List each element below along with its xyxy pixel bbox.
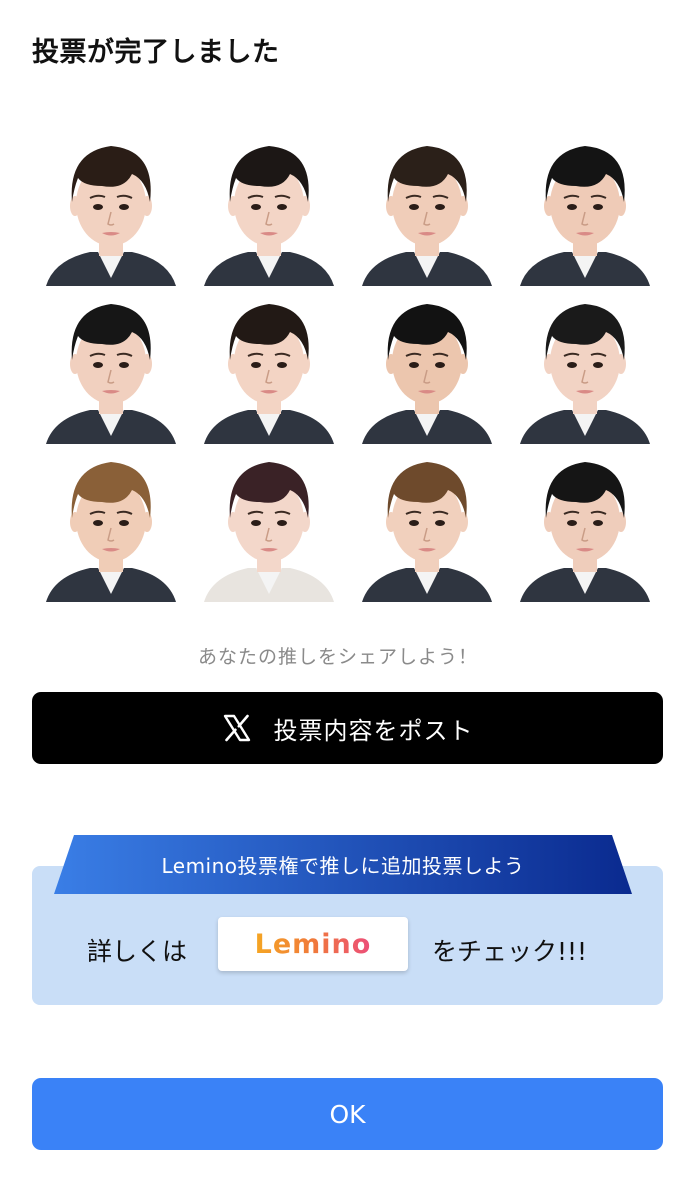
- eye-right: [593, 362, 603, 368]
- post-button-label: 投票内容をポスト: [273, 716, 474, 745]
- x-logo-icon: [222, 713, 252, 743]
- eye-left: [93, 520, 103, 526]
- eye-left: [409, 520, 419, 526]
- portrait-illustration: [362, 304, 492, 444]
- eye-left: [93, 362, 103, 368]
- ok-button[interactable]: OK: [32, 1078, 663, 1150]
- promo-details-text: 詳しくは: [87, 937, 188, 966]
- vote-complete-dialog: 投票が完了しました あなたの推しをシェアしよう！ 投票内容をポスト Lemino…: [0, 0, 676, 1200]
- member-portrait-1: [32, 128, 190, 286]
- eye-right: [119, 362, 129, 368]
- lemino-link-button[interactable]: Lemino: [218, 917, 408, 971]
- member-portrait-3: [348, 128, 506, 286]
- lemino-logo: Lemino: [254, 928, 372, 960]
- eye-left: [567, 520, 577, 526]
- member-portrait-2: [190, 128, 348, 286]
- member-portrait-10: [190, 444, 348, 602]
- eye-right: [119, 520, 129, 526]
- eye-right: [593, 520, 603, 526]
- portrait-illustration: [362, 146, 492, 286]
- promo-banner: Lemino投票権で推しに追加投票しよう: [54, 835, 632, 894]
- eye-left: [409, 204, 419, 210]
- ok-button-label: OK: [329, 1099, 366, 1129]
- eye-right: [277, 362, 287, 368]
- eye-right: [435, 204, 445, 210]
- portrait-illustration: [520, 462, 650, 602]
- member-portrait-11: [348, 444, 506, 602]
- member-portrait-5: [32, 286, 190, 444]
- members-photo-grid: [32, 128, 664, 602]
- eye-right: [435, 362, 445, 368]
- eye-left: [409, 362, 419, 368]
- promo-check-text: をチェック!!!: [432, 937, 588, 966]
- portrait-illustration: [46, 462, 176, 602]
- member-portrait-12: [506, 444, 664, 602]
- page-title: 投票が完了しました: [32, 37, 280, 68]
- portrait-illustration: [46, 304, 176, 444]
- portrait-illustration: [204, 462, 334, 602]
- portrait-illustration: [204, 304, 334, 444]
- portrait-illustration: [520, 304, 650, 444]
- eye-right: [435, 520, 445, 526]
- promo-banner-text: Lemino投票権で推しに追加投票しよう: [161, 854, 525, 878]
- eye-left: [251, 520, 261, 526]
- eye-left: [251, 204, 261, 210]
- member-portrait-8: [506, 286, 664, 444]
- eye-left: [251, 362, 261, 368]
- portrait-illustration: [362, 462, 492, 602]
- member-portrait-9: [32, 444, 190, 602]
- member-portrait-4: [506, 128, 664, 286]
- post-vote-button[interactable]: 投票内容をポスト: [32, 692, 663, 764]
- portrait-illustration: [520, 146, 650, 286]
- portrait-illustration: [204, 146, 334, 286]
- eye-left: [93, 204, 103, 210]
- eye-right: [277, 520, 287, 526]
- eye-right: [593, 204, 603, 210]
- eye-right: [277, 204, 287, 210]
- member-portrait-6: [190, 286, 348, 444]
- eye-right: [119, 204, 129, 210]
- portrait-illustration: [46, 146, 176, 286]
- member-portrait-7: [348, 286, 506, 444]
- eye-left: [567, 362, 577, 368]
- eye-left: [567, 204, 577, 210]
- share-caption: あなたの推しをシェアしよう！: [197, 646, 478, 668]
